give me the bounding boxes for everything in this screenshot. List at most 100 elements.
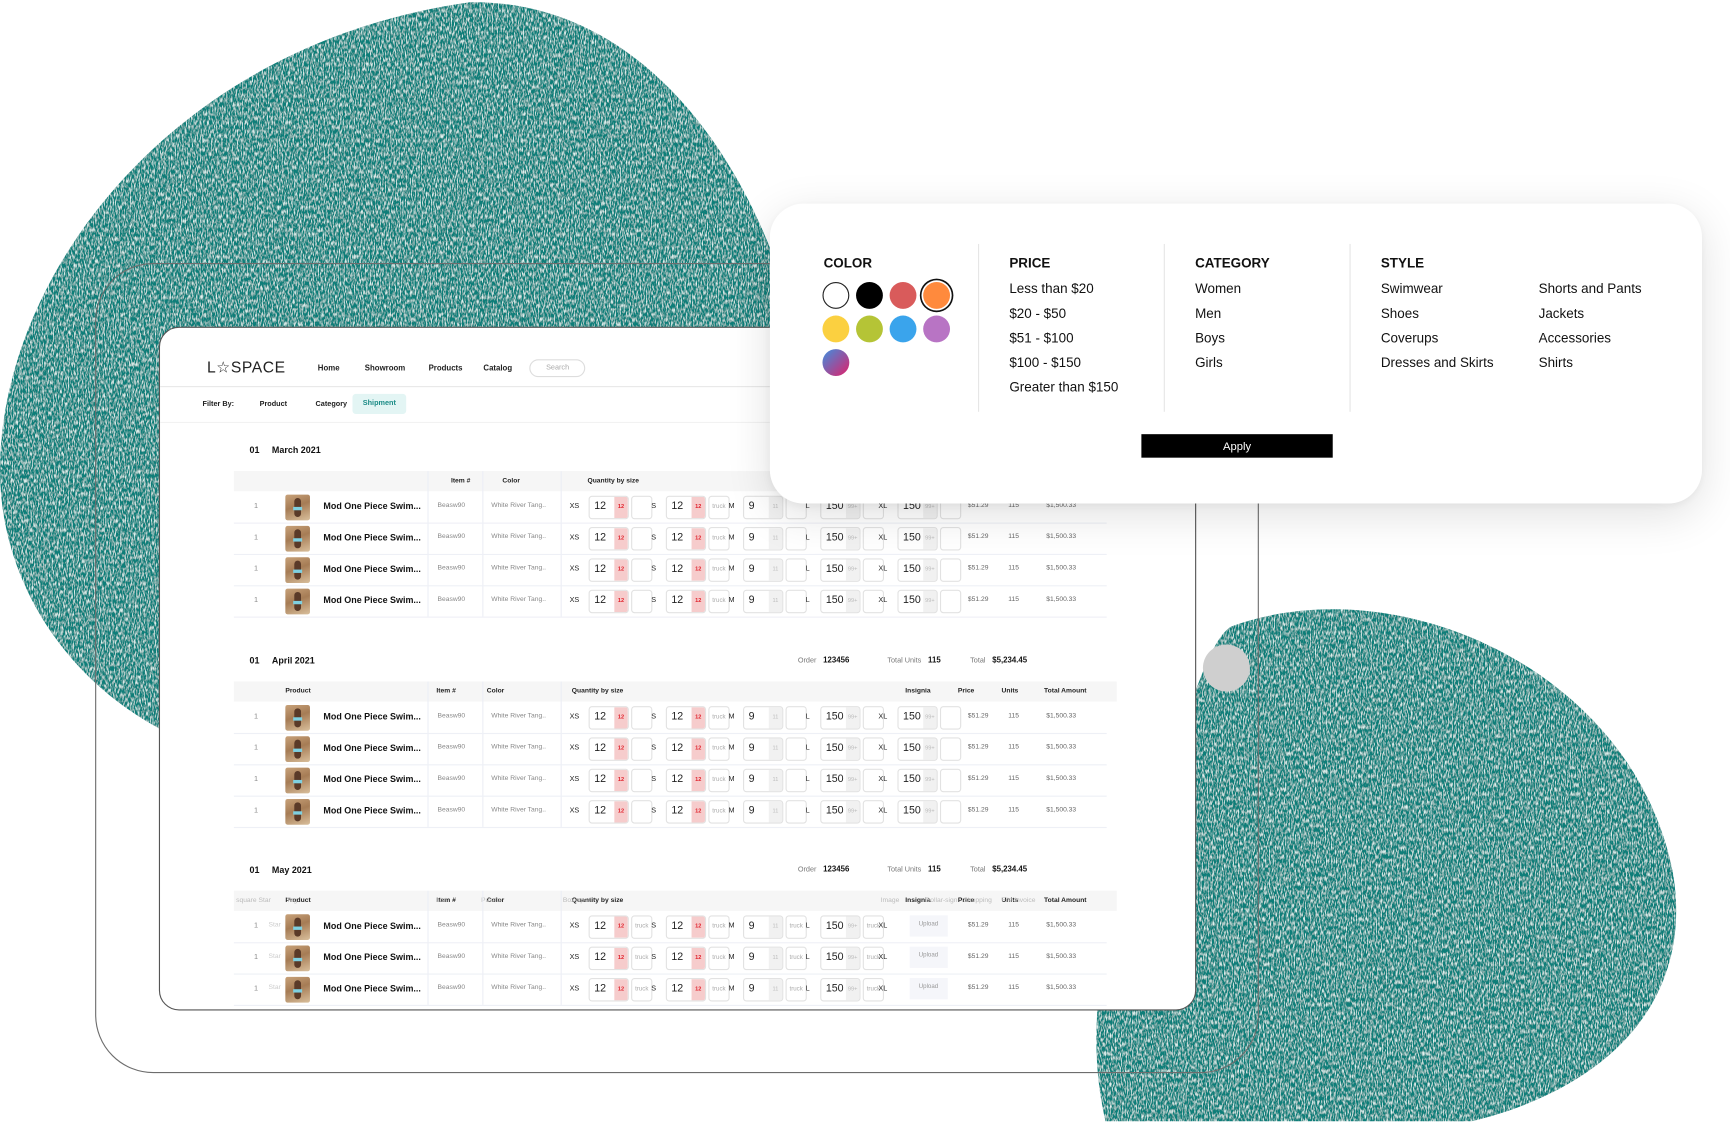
insignia-upload[interactable]: Upload (909, 978, 948, 1000)
size-extra-box[interactable] (939, 527, 962, 551)
filter-category[interactable]: Category (316, 401, 348, 409)
color-swatch[interactable] (822, 315, 850, 343)
quantity-input-m[interactable]: 9 11 (743, 495, 784, 520)
size-extra-box[interactable] (785, 737, 807, 761)
size-extra-box[interactable] (939, 800, 962, 824)
quantity-input-m[interactable]: 9 11 (743, 978, 784, 1002)
search-input[interactable]: Search (529, 359, 586, 378)
size-extra-box[interactable] (939, 589, 962, 614)
size-extra-box[interactable] (939, 768, 962, 793)
size-extra-box[interactable]: truck (708, 737, 730, 761)
style-option[interactable]: Coverups (1381, 330, 1438, 346)
style-option[interactable]: Jackets (1539, 305, 1585, 321)
size-extra-box[interactable]: truck (631, 915, 653, 939)
quantity-input-xl[interactable]: 150 99+ (897, 737, 938, 761)
quantity-input-m[interactable]: 9 11 (743, 558, 784, 582)
size-extra-box[interactable]: truck (708, 915, 730, 939)
filter-product[interactable]: Product (260, 401, 287, 409)
quantity-input-l[interactable]: 150 99+ (820, 800, 861, 824)
color-swatch[interactable] (822, 281, 850, 309)
quantity-input-m[interactable]: 9 11 (743, 706, 784, 730)
quantity-input-m[interactable]: 9 11 (743, 527, 784, 551)
style-option[interactable]: Shorts and Pants (1539, 281, 1642, 297)
category-option[interactable]: Men (1195, 305, 1221, 321)
quantity-input-xs[interactable]: 12 12 (588, 946, 629, 971)
product-name[interactable]: Mod One Piece Swim... (323, 501, 421, 511)
product-name[interactable]: Mod One Piece Swim... (323, 595, 421, 605)
insignia-upload[interactable]: Upload (909, 915, 948, 937)
size-extra-box[interactable] (631, 706, 653, 730)
size-extra-box[interactable]: truck (708, 589, 730, 614)
style-option[interactable]: Shirts (1539, 355, 1573, 371)
price-option[interactable]: Greater than $150 (1009, 379, 1118, 395)
product-name[interactable]: Mod One Piece Swim... (323, 774, 421, 784)
quantity-input-s[interactable]: 12 12 (665, 946, 707, 971)
quantity-input-l[interactable]: 150 99+ (820, 915, 861, 939)
category-option[interactable]: Girls (1195, 355, 1223, 371)
style-option[interactable]: Accessories (1539, 330, 1611, 346)
size-extra-box[interactable]: truck (708, 527, 730, 551)
size-extra-box[interactable] (785, 800, 807, 824)
price-option[interactable]: $20 - $50 (1009, 305, 1066, 321)
table-row[interactable]: 1 Star Mod One Piece Swim... Beasw90 White R… (233, 911, 1107, 944)
quantity-input-m[interactable]: 9 11 (743, 946, 784, 971)
size-extra-box[interactable]: truck (708, 978, 730, 1002)
quantity-input-s[interactable]: 12 12 (665, 706, 707, 730)
product-name[interactable]: Mod One Piece Swim... (323, 952, 421, 962)
quantity-input-m[interactable]: 9 11 (743, 915, 784, 939)
table-row[interactable]: 1 Mod One Piece Swim... Beasw90 White River… (233, 733, 1107, 766)
quantity-input-xs[interactable]: 12 12 (588, 737, 629, 761)
filter-shipment-active[interactable]: Shipment (352, 393, 407, 415)
size-extra-box[interactable] (631, 527, 653, 551)
nav-catalog[interactable]: Catalog (483, 365, 512, 373)
quantity-input-l[interactable]: 150 99+ (820, 978, 861, 1002)
price-option[interactable]: Less than $20 (1009, 281, 1093, 297)
table-row[interactable]: 1 Mod One Piece Swim... Beasw90 White River… (233, 796, 1107, 829)
quantity-input-m[interactable]: 9 11 (743, 800, 784, 824)
product-name[interactable]: Mod One Piece Swim... (323, 921, 421, 931)
apply-button[interactable]: Apply (1141, 434, 1333, 458)
category-option[interactable]: Boys (1195, 330, 1225, 346)
size-extra-box[interactable] (631, 800, 653, 824)
table-row[interactable]: 1 Mod One Piece Swim... Beasw90 White River… (233, 554, 1107, 587)
quantity-input-l[interactable]: 150 99+ (820, 558, 861, 582)
size-extra-box[interactable] (785, 527, 807, 551)
category-option[interactable]: Women (1195, 281, 1241, 297)
insignia-upload[interactable]: Upload (909, 946, 948, 968)
table-row[interactable]: 1 Mod One Piece Swim... Beasw90 White River… (233, 702, 1107, 735)
quantity-input-s[interactable]: 12 12 (665, 737, 707, 761)
style-option[interactable]: Shoes (1381, 305, 1419, 321)
product-name[interactable]: Mod One Piece Swim... (323, 743, 421, 753)
quantity-input-xs[interactable]: 12 12 (588, 495, 629, 520)
nav-products[interactable]: Products (429, 365, 463, 373)
quantity-input-xs[interactable]: 12 12 (588, 589, 629, 614)
quantity-input-l[interactable]: 150 99+ (820, 737, 861, 761)
quantity-input-l[interactable]: 150 99+ (820, 589, 861, 614)
table-row[interactable]: 1 Mod One Piece Swim... Beasw90 White River… (233, 764, 1107, 797)
quantity-input-s[interactable]: 12 12 (665, 800, 707, 824)
size-extra-box[interactable] (631, 768, 653, 793)
size-extra-box[interactable]: truck (631, 946, 653, 971)
quantity-input-xs[interactable]: 12 12 (588, 527, 629, 551)
product-name[interactable]: Mod One Piece Swim... (323, 806, 421, 816)
size-extra-box[interactable]: truck (708, 800, 730, 824)
quantity-input-xl[interactable]: 150 99+ (897, 558, 938, 582)
table-row[interactable]: 1 Star Mod One Piece Swim... Beasw90 White R… (233, 942, 1107, 975)
color-swatch[interactable] (889, 315, 917, 343)
quantity-input-xl[interactable]: 150 99+ (897, 800, 938, 824)
size-extra-box[interactable]: truck (785, 978, 807, 1002)
price-option[interactable]: $51 - $100 (1009, 330, 1073, 346)
quantity-input-l[interactable]: 150 99+ (820, 946, 861, 971)
quantity-input-m[interactable]: 9 11 (743, 589, 784, 614)
price-option[interactable]: $100 - $150 (1009, 355, 1081, 371)
size-extra-box[interactable]: truck (708, 768, 730, 793)
size-extra-box[interactable]: truck (631, 978, 653, 1002)
quantity-input-xl[interactable]: 150 99+ (897, 527, 938, 551)
product-name[interactable]: Mod One Piece Swim... (323, 712, 421, 722)
size-extra-box[interactable]: truck (708, 558, 730, 582)
color-swatch[interactable] (923, 281, 951, 309)
size-extra-box[interactable]: truck (785, 946, 807, 971)
quantity-input-m[interactable]: 9 11 (743, 737, 784, 761)
quantity-input-xl[interactable]: 150 99+ (897, 706, 938, 730)
quantity-input-xs[interactable]: 12 12 (588, 768, 629, 793)
